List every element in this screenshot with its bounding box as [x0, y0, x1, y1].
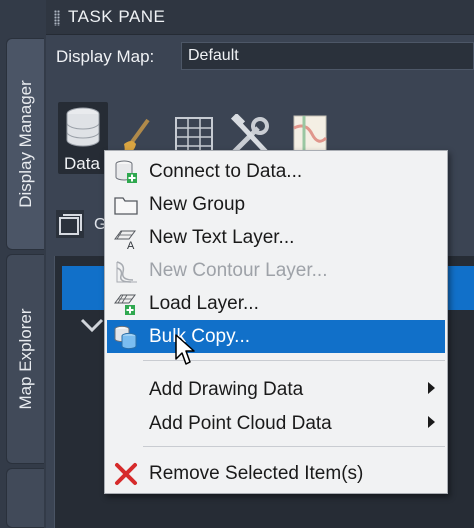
menu-item-add-drawing-data[interactable]: Add Drawing Data: [107, 373, 445, 406]
menu-item-label: Load Layer...: [149, 293, 259, 314]
menu-item-label: New Contour Layer...: [149, 260, 328, 281]
submenu-arrow-icon: [428, 416, 435, 428]
red-x-icon: [115, 463, 137, 485]
mouse-cursor-icon: [175, 334, 195, 365]
database-icon: [66, 107, 100, 147]
menu-item-label: Connect to Data...: [149, 161, 303, 182]
chevron-down-icon[interactable]: [80, 318, 104, 334]
menu-item-new-group[interactable]: New Group: [107, 188, 445, 221]
menu-item-label: Remove Selected Item(s): [149, 463, 364, 484]
bulk-copy-icon: [114, 325, 137, 350]
data-button[interactable]: Data: [58, 102, 108, 174]
tab-display-manager[interactable]: Display Manager: [6, 38, 44, 250]
tab-map-explorer-label: Map Explorer: [15, 308, 35, 410]
menu-item-label: Add Point Cloud Data: [149, 413, 332, 434]
submenu-arrow-icon: [428, 382, 435, 394]
folder-icon: [114, 197, 138, 215]
layers-icon[interactable]: [56, 210, 84, 238]
menu-item-remove-selected[interactable]: Remove Selected Item(s): [107, 457, 445, 490]
menu-item-label: New Group: [149, 194, 246, 215]
side-tab-strip: Display Manager Map Explorer: [0, 0, 46, 528]
task-pane-title: TASK PANE: [68, 7, 166, 26]
tab-display-manager-label: Display Manager: [15, 80, 35, 208]
display-map-label: Display Map:: [56, 47, 155, 66]
menu-item-label: New Text Layer...: [149, 227, 295, 248]
svg-text:A: A: [127, 240, 135, 251]
menu-item-label: Add Drawing Data: [149, 379, 304, 400]
menu-item-label: Bulk Copy...: [149, 326, 251, 347]
display-map-select[interactable]: Default: [181, 42, 474, 70]
tab-extra[interactable]: [6, 468, 44, 528]
menu-item-add-point-cloud-data[interactable]: Add Point Cloud Data: [107, 407, 445, 440]
menu-item-new-contour-layer: New Contour Layer...: [107, 254, 445, 287]
menu-item-new-text-layer[interactable]: A New Text Layer...: [107, 221, 445, 254]
drag-grip-icon[interactable]: [54, 10, 60, 26]
menu-item-connect-to-data[interactable]: Connect to Data...: [107, 155, 445, 188]
text-layer-icon: A: [114, 230, 136, 251]
data-button-label: Data: [64, 154, 100, 173]
context-menu: Connect to Data... New Group A New Text …: [104, 150, 448, 494]
connect-data-icon: [115, 160, 137, 183]
contour-layer-icon: [116, 261, 137, 283]
menu-item-load-layer[interactable]: Load Layer...: [107, 287, 445, 320]
load-layer-icon: [114, 294, 136, 315]
tab-map-explorer[interactable]: Map Explorer: [6, 254, 44, 464]
menu-separator: [143, 446, 445, 447]
task-pane-title-bar[interactable]: TASK PANE: [46, 0, 474, 35]
menu-item-bulk-copy[interactable]: Bulk Copy...: [107, 320, 445, 353]
display-map-value: Default: [188, 47, 239, 64]
